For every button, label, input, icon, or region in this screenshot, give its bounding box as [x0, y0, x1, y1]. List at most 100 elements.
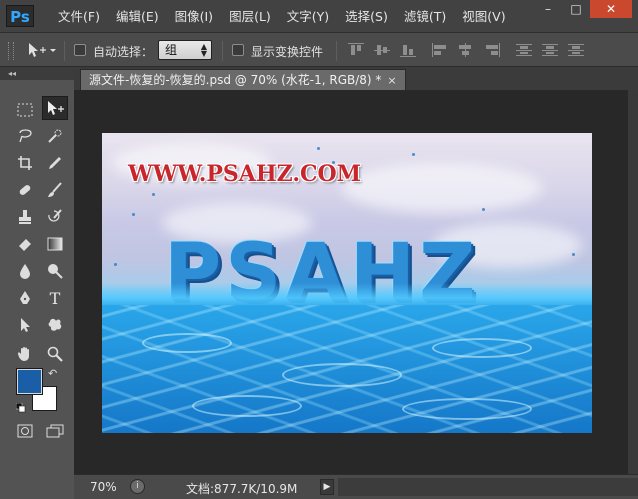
show-transform-checkbox[interactable] [232, 44, 244, 56]
status-info-icon[interactable]: i [130, 479, 145, 494]
move-icon [48, 101, 64, 115]
align-horizontal-center-icon[interactable] [458, 43, 474, 57]
dodge-icon [48, 264, 63, 279]
align-top-icon[interactable] [348, 43, 364, 57]
maximize-button[interactable]: □ [562, 0, 590, 18]
foreground-color-swatch[interactable] [16, 368, 43, 395]
rect-marquee-icon [17, 103, 33, 117]
align-vertical-center-icon[interactable] [374, 43, 390, 57]
menu-file[interactable]: 文件(F) [50, 0, 108, 33]
water-ripple [402, 398, 532, 420]
pen-icon [20, 291, 30, 304]
crop-tool[interactable] [12, 151, 38, 175]
lasso-icon [19, 129, 32, 143]
vertical-scrollbar[interactable] [628, 90, 638, 474]
distribute-bottom-icon[interactable] [568, 43, 584, 57]
document-canvas[interactable]: WWW.PSAHZ.COM PSAHZ [102, 133, 592, 433]
splash-droplet [132, 213, 135, 216]
screen-mode-icon [46, 424, 64, 438]
document-tab[interactable]: 源文件-恢复的-恢复的.psd @ 70% (水花-1, RGB/8) * × [80, 69, 406, 90]
brush-tool[interactable] [42, 178, 68, 202]
custom-shape-tool[interactable] [42, 313, 68, 337]
path-selection-tool[interactable] [12, 313, 38, 337]
splash-droplet [332, 161, 335, 164]
blur-tool[interactable] [12, 259, 38, 283]
menu-view[interactable]: 视图(V) [454, 0, 513, 33]
align-right-icon[interactable] [484, 43, 500, 57]
status-menu-arrow-icon[interactable]: ▶ [320, 479, 334, 495]
auto-select-value: 组 [165, 43, 178, 57]
type-tool[interactable]: T [42, 286, 68, 310]
align-bottom-icon[interactable] [400, 43, 416, 57]
zoom-tool[interactable] [42, 342, 68, 366]
splash-droplet [317, 147, 320, 150]
updown-arrows-icon: ▲ ▼ [200, 42, 207, 58]
drop-icon [20, 264, 30, 279]
lasso-tool[interactable] [12, 124, 38, 148]
menu-bar: Ps 文件(F) 编辑(E) 图像(I) 图层(L) 文字(Y) 选择(S) 滤… [0, 0, 638, 33]
hand-tool[interactable] [12, 342, 38, 366]
menu-select[interactable]: 选择(S) [337, 0, 396, 33]
water-ripple [432, 338, 532, 358]
menu-image[interactable]: 图像(I) [167, 0, 221, 33]
move-tool[interactable] [42, 96, 68, 120]
swap-colors-icon[interactable]: ↶ [48, 367, 57, 380]
move-tool-icon [29, 43, 56, 57]
bandage-icon [19, 185, 31, 195]
document-tab-title: 源文件-恢复的-恢复的.psd @ 70% (水花-1, RGB/8) * [89, 73, 382, 87]
tools-panel-collapse[interactable]: ◂◂ [0, 67, 74, 80]
zoom-icon [47, 346, 63, 362]
minimize-button[interactable]: – [534, 0, 562, 18]
tools-panel: ◂◂ T ↶ [0, 67, 74, 499]
close-button[interactable]: ✕ [590, 0, 632, 18]
document-tab-bar: 源文件-恢复的-恢复的.psd @ 70% (水花-1, RGB/8) * × [74, 67, 638, 90]
move-tool-preset-picker[interactable] [26, 41, 56, 59]
eyedropper-tool[interactable] [42, 151, 68, 175]
pen-tool[interactable] [12, 286, 38, 310]
window-controls: – □ ✕ [534, 0, 632, 18]
screen-mode-button[interactable] [42, 419, 68, 443]
history-brush-tool[interactable] [42, 205, 68, 229]
distribute-vertical-center-icon[interactable] [542, 43, 558, 57]
splash-droplet [572, 253, 575, 256]
photoshop-logo: Ps [6, 5, 34, 27]
dodge-tool[interactable] [42, 259, 68, 283]
healing-brush-tool[interactable] [12, 178, 38, 202]
history-brush-icon [48, 209, 62, 222]
splash-droplet [412, 153, 415, 156]
type-t-icon: T [49, 288, 61, 308]
options-separator [336, 41, 337, 61]
quick-selection-tool[interactable] [42, 124, 68, 148]
auto-select-target-dropdown[interactable]: 组 ▲ ▼ [158, 40, 212, 60]
horizontal-scrollbar[interactable] [338, 478, 638, 496]
eraser-icon [19, 239, 31, 251]
status-bar: 70% i 文档:877.7K/10.9M ▶ [74, 474, 638, 499]
options-separator [64, 41, 65, 61]
align-buttons [348, 43, 594, 57]
eraser-tool[interactable] [12, 232, 38, 256]
shape-icon [48, 318, 62, 331]
quick-mask-button[interactable] [12, 419, 38, 443]
show-transform-label: 显示变换控件 [251, 45, 324, 59]
menu-edit[interactable]: 编辑(E) [108, 0, 167, 33]
water-ripple [142, 333, 232, 353]
menu-filter[interactable]: 滤镜(T) [396, 0, 454, 33]
default-colors-icon[interactable] [15, 402, 26, 413]
watermark-text: WWW.PSAHZ.COM [128, 161, 361, 187]
close-tab-icon[interactable]: × [387, 74, 396, 87]
menu-layer[interactable]: 图层(L) [221, 0, 279, 33]
path-selection-icon [21, 318, 30, 332]
marquee-tool[interactable] [12, 98, 38, 122]
options-bar-grip[interactable] [8, 42, 14, 60]
distribute-top-icon[interactable] [516, 43, 532, 57]
align-left-icon[interactable] [432, 43, 448, 57]
gradient-tool[interactable] [42, 232, 68, 256]
menu-type[interactable]: 文字(Y) [279, 0, 337, 33]
auto-select-label: 自动选择： [93, 45, 154, 59]
zoom-level[interactable]: 70% [90, 480, 117, 494]
clone-stamp-tool[interactable] [12, 205, 38, 229]
quick-selection-icon [48, 129, 62, 143]
auto-select-checkbox[interactable] [74, 44, 86, 56]
cloud-shape [342, 163, 542, 213]
main-menu: 文件(F) 编辑(E) 图像(I) 图层(L) 文字(Y) 选择(S) 滤镜(T… [50, 0, 514, 33]
